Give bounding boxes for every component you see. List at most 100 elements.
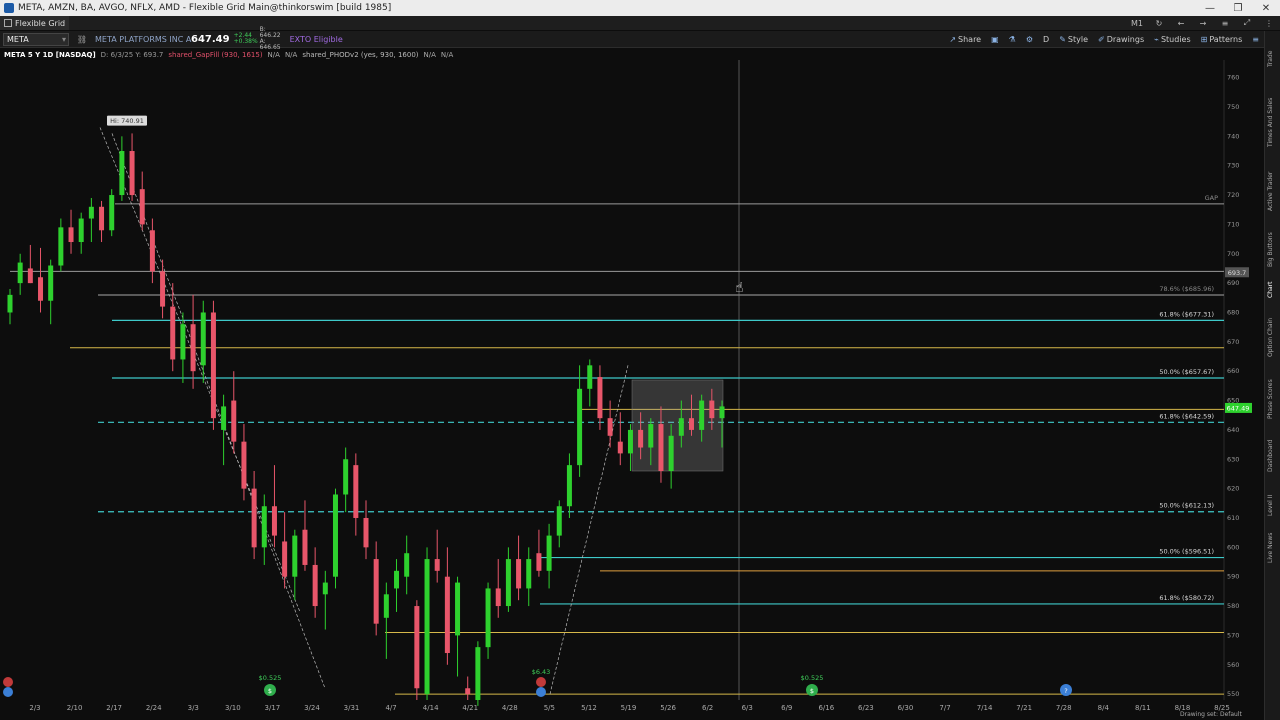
study-phod[interactable]: shared_PHODv2 (yes, 930, 1600) [302,51,418,59]
earnings-icon[interactable] [536,677,546,687]
dividend-icon-glyph: $ [268,687,272,695]
right-sidebar: Trade Times And Sales Active Trader Big … [1264,31,1280,720]
hand-cursor-icon: ☝ [735,280,744,296]
minimize-button[interactable]: — [1196,3,1224,14]
earnings-icon[interactable] [3,687,13,697]
price-tick-label: 610 [1227,514,1239,522]
m1-icon[interactable]: M1 [1126,19,1148,28]
dividend-icon-glyph: $ [810,687,814,695]
candle-body [617,441,623,454]
chart-ohlc: D: 6/3/25 Y: 693.7 [100,50,164,59]
chevron-down-icon[interactable]: ▾ [62,34,66,45]
study-value: N/A [284,50,298,59]
candle-body [322,582,328,595]
candle-body [597,377,603,419]
sidebar-tab-live-news[interactable]: Live News [1267,527,1279,569]
link-icon[interactable]: ⛓ [75,35,89,44]
screenshot-button[interactable]: ▣ [986,35,1004,44]
date-tick-label: 2/24 [146,704,162,712]
symbol-input[interactable]: META ▾ [3,32,69,46]
refresh-icon[interactable]: ↻ [1148,19,1170,28]
price-tick-label: 600 [1227,543,1239,551]
drawings-button[interactable]: ✐ Drawings [1093,35,1149,44]
price-tick-label: 580 [1227,602,1239,610]
candle-body [404,553,410,577]
earnings-icon[interactable] [3,677,13,687]
candle-body [109,195,115,231]
patterns-button[interactable]: ⊞ Patterns [1196,35,1248,44]
back-arrow-icon[interactable]: ← [1170,19,1192,28]
candle-body [383,594,389,618]
candle-body [38,277,44,301]
date-tick-label: 6/23 [858,704,874,712]
studies-button[interactable]: ⌁ Studies [1149,35,1196,44]
flexible-grid-tab[interactable]: Flexible Grid [0,16,70,30]
earnings-icon[interactable] [536,687,546,697]
study-gapfill[interactable]: shared_GapFill (930, 1615) [168,51,262,59]
candle-body [414,606,420,689]
price-tick-label: 680 [1227,308,1239,316]
candle-body [221,406,227,430]
close-button[interactable]: ✕ [1252,3,1280,14]
candle-body [536,553,542,571]
last-price-label: 647.49 [1227,404,1250,412]
restore-button[interactable]: ❐ [1224,3,1252,14]
candle-body [709,400,715,419]
more-icon[interactable]: ⋮ [1258,19,1280,28]
share-button[interactable]: ↗ Share [944,35,986,44]
flask-button[interactable]: ⚗ [1004,35,1021,44]
candle-body [241,441,247,489]
sidebar-tab-phase-scores[interactable]: Phase Scores [1267,371,1279,427]
candle-body [88,206,94,219]
sidebar-tab-chart[interactable]: Chart [1267,277,1279,303]
study-value: N/A [423,50,436,59]
candle-body [210,312,216,419]
price-tick-label: 560 [1227,661,1239,669]
sidebar-tab-times-and-sales[interactable]: Times And Sales [1267,87,1279,157]
candle-body [119,151,125,196]
price-tick-label: 670 [1227,338,1239,346]
timeframe-button[interactable]: D [1038,35,1054,44]
price-tick-label: 720 [1227,191,1239,199]
sidebar-tab-option-chain[interactable]: Option Chain [1267,309,1279,365]
candle-body [170,306,176,360]
price-tick-label: 690 [1227,279,1239,287]
sidebar-tab-big-buttons[interactable]: Big Buttons [1267,225,1279,275]
grid-menubar: Flexible Grid M1 ↻ ← → ≡ ⤢ ⋮ [0,16,1280,30]
candle-body [251,488,257,548]
candle-body [627,429,633,454]
forward-arrow-icon[interactable]: → [1192,19,1214,28]
fib-level-label: 61.8% ($642.59) [1159,412,1214,420]
candle-body [394,570,400,589]
earnings-amount-label: $6.43 [532,668,551,676]
date-tick-label: 7/14 [977,704,993,712]
chart-toolbar: META ▾ ⛓ META PLATFORMS INC A 647.49 +2.… [0,27,1264,51]
chart-symbol: META 5 Y 1D [NASDAQ] [4,50,96,59]
style-icon: ✎ [1059,34,1066,44]
price-tick-label: 640 [1227,426,1239,434]
expand-icon[interactable]: ⤢ [1236,18,1258,28]
date-tick-label: 4/7 [385,704,396,712]
style-button[interactable]: ✎ Style [1054,35,1093,44]
sidebar-tab-trade[interactable]: Trade [1267,39,1279,79]
price-tick-label: 730 [1227,162,1239,170]
candle-body [292,535,298,577]
candle-body [129,151,135,196]
sidebar-tab-active-trader[interactable]: Active Trader [1267,161,1279,221]
settings-button[interactable]: ⚙ [1021,35,1038,44]
share-icon: ↗ [949,34,957,44]
sidebar-tab-level-ii[interactable]: Level II [1267,487,1279,523]
fib-level-label: 78.6% ($685.96) [1159,285,1214,293]
date-tick-label: 5/19 [621,704,637,712]
menu-icon[interactable]: ≡ [1214,19,1236,28]
sidebar-tab-dashboard[interactable]: Dashboard [1267,431,1279,481]
candle-body [566,465,572,507]
flask-icon: ⚗ [1008,34,1016,44]
price-tick-label: 630 [1227,455,1239,463]
chart-menu-button[interactable]: ≡ [1247,35,1264,44]
candle-body [424,559,430,695]
price-chart[interactable]: 550 560 570 580 590 600 610 620 630 640 650 660 670 6… [0,60,1264,720]
chart-canvas[interactable]: 5505605705805906006106206306406506606706… [0,60,1264,720]
candle-body [678,418,684,436]
price-tick-label: 760 [1227,74,1239,82]
